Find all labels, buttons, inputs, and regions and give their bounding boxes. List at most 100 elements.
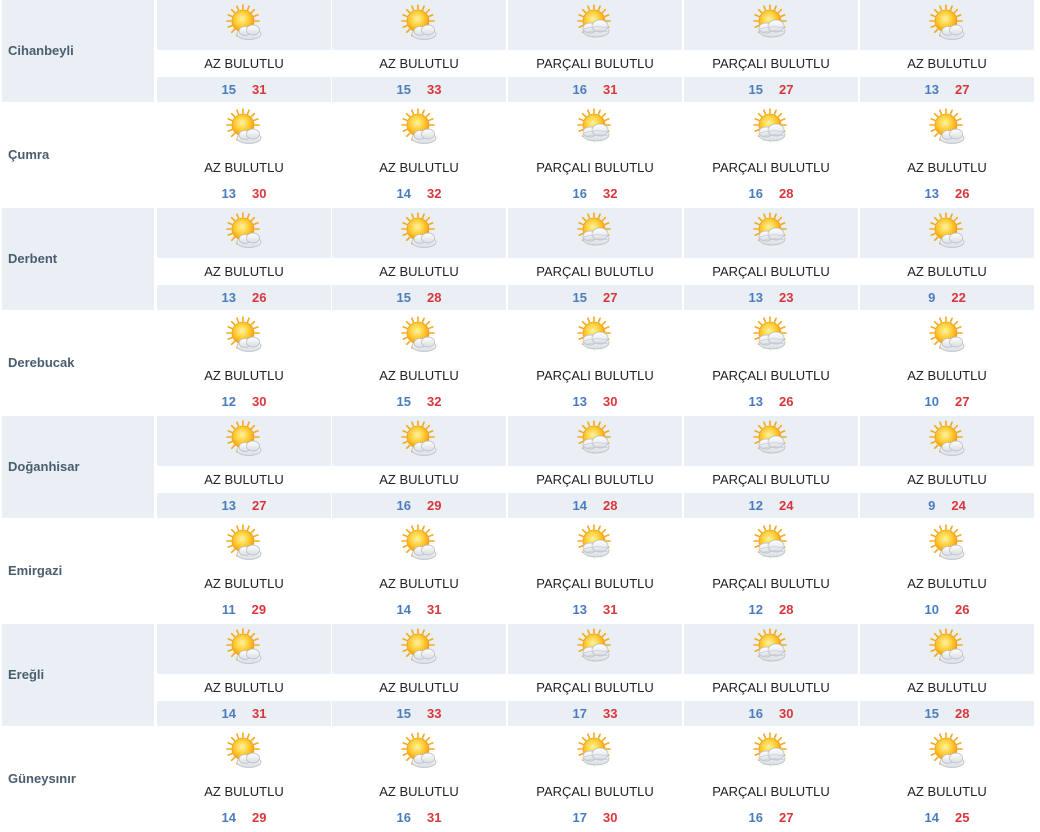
weather-icon-strip xyxy=(860,520,1034,570)
city-name-cell: Emirgazi xyxy=(2,520,154,622)
city-name[interactable]: Doğanhisar xyxy=(2,459,80,474)
city-name[interactable]: Derbent xyxy=(2,251,57,266)
forecast-day-cell: PARÇALI BULUTLU 13 26 xyxy=(684,312,858,414)
city-name-cell: Güneysınır xyxy=(2,728,154,830)
city-name[interactable]: Cihanbeyli xyxy=(2,43,74,58)
temp-high: 28 xyxy=(955,706,970,721)
weather-description: AZ BULUTLU xyxy=(860,570,1034,597)
temp-high: 32 xyxy=(603,186,618,201)
forecast-day-cell: PARÇALI BULUTLU 12 28 xyxy=(684,520,858,622)
temperature-range: 12 24 xyxy=(684,493,858,518)
temperature-range: 13 26 xyxy=(157,285,331,310)
temp-low: 14 xyxy=(221,706,236,721)
temp-high: 28 xyxy=(779,186,794,201)
partly-cloudy-icon xyxy=(576,316,616,356)
forecast-day-cell: AZ BULUTLU 13 27 xyxy=(860,0,1034,102)
temp-low: 13 xyxy=(924,186,939,201)
city-name[interactable]: Güneysınır xyxy=(2,771,76,786)
temp-high: 32 xyxy=(427,186,442,201)
forecast-day-cell: AZ BULUTLU 15 28 xyxy=(332,208,506,310)
weather-description: PARÇALI BULUTLU xyxy=(508,258,682,285)
city-name[interactable]: Derebucak xyxy=(2,355,74,370)
mostly-sunny-icon xyxy=(225,316,265,356)
temp-high: 27 xyxy=(779,810,794,825)
weather-icon-strip xyxy=(332,728,506,778)
forecast-day-cell: AZ BULUTLU 13 30 xyxy=(157,104,331,206)
temp-high: 31 xyxy=(603,602,618,617)
weather-icon-strip xyxy=(508,416,682,466)
weather-description: AZ BULUTLU xyxy=(332,570,506,597)
forecast-day-cell: PARÇALI BULUTLU 17 30 xyxy=(508,728,682,830)
temp-low: 15 xyxy=(396,82,411,97)
temp-high: 31 xyxy=(252,706,267,721)
forecast-day-cell: AZ BULUTLU 10 26 xyxy=(860,520,1034,622)
weather-description: AZ BULUTLU xyxy=(860,362,1034,389)
weather-icon-strip xyxy=(860,416,1034,466)
forecast-day-cell: AZ BULUTLU 15 33 xyxy=(332,0,506,102)
temp-high: 26 xyxy=(779,394,794,409)
forecast-grid: Cihanbeyli AZ BULUTLU 15 31 AZ BULUTLU 15 33 xyxy=(0,0,1040,830)
weather-description: AZ BULUTLU xyxy=(157,778,331,805)
city-row: Derbent AZ BULUTLU 13 26 AZ BULUTLU 15 28 xyxy=(0,208,1040,312)
temp-high: 26 xyxy=(252,290,267,305)
city-row: Cihanbeyli AZ BULUTLU 15 31 AZ BULUTLU 15 33 xyxy=(0,0,1040,104)
partly-cloudy-icon xyxy=(752,316,792,356)
city-row: Ereğli AZ BULUTLU1431 AZ BULUTLU1533 xyxy=(0,624,1040,728)
mostly-sunny-icon xyxy=(928,420,968,460)
partly-cloudy-icon xyxy=(752,108,792,148)
temp-low: 13 xyxy=(572,394,587,409)
weather-icon-strip xyxy=(684,520,858,570)
temp-high: 27 xyxy=(252,498,267,513)
forecast-day-cell: AZ BULUTLU 9 22 xyxy=(860,208,1034,310)
temp-low: 13 xyxy=(572,602,587,617)
temp-high: 26 xyxy=(955,602,970,617)
city-name[interactable]: Ereğli xyxy=(2,667,44,682)
temperature-range: 15 28 xyxy=(860,701,1034,726)
forecast-day-cell: PARÇALI BULUTLU 16 31 xyxy=(508,0,682,102)
weather-description: PARÇALI BULUTLU xyxy=(508,362,682,389)
mostly-sunny-icon xyxy=(400,420,440,460)
mostly-sunny-icon xyxy=(928,732,968,772)
temp-high: 30 xyxy=(779,706,794,721)
forecast-day-cell: PARÇALI BULUTLU 16 27 xyxy=(684,728,858,830)
city-row: Güneysınır AZ BULUTLU 14 29 AZ BULUTLU 16 31 xyxy=(0,728,1040,832)
mostly-sunny-icon xyxy=(928,316,968,356)
mostly-sunny-icon xyxy=(928,212,968,252)
partly-cloudy-icon xyxy=(576,420,616,460)
mostly-sunny-icon xyxy=(928,628,968,668)
weather-icon-strip xyxy=(860,624,1034,674)
temp-low: 11 xyxy=(221,602,236,617)
temperature-range: 15 33 xyxy=(332,701,506,726)
temp-high: 29 xyxy=(427,498,442,513)
temp-low: 16 xyxy=(572,186,587,201)
temp-low: 14 xyxy=(221,810,236,825)
weather-description: PARÇALI BULUTLU xyxy=(508,50,682,77)
temp-low: 12 xyxy=(748,602,763,617)
weather-icon-strip xyxy=(332,520,506,570)
partly-cloudy-icon xyxy=(752,4,792,44)
temp-low: 17 xyxy=(572,810,587,825)
weather-description: AZ BULUTLU xyxy=(332,362,506,389)
temperature-range: 14 28 xyxy=(508,493,682,518)
city-name[interactable]: Emirgazi xyxy=(2,563,62,578)
weather-description: AZ BULUTLU xyxy=(860,674,1034,701)
temp-low: 13 xyxy=(748,394,763,409)
mostly-sunny-icon xyxy=(400,732,440,772)
temp-low: 13 xyxy=(924,82,939,97)
forecast-day-cell: AZ BULUTLU 13 26 xyxy=(860,104,1034,206)
temp-low: 15 xyxy=(572,290,587,305)
weather-icon-strip xyxy=(684,728,858,778)
partly-cloudy-icon xyxy=(576,212,616,252)
weather-icon-strip xyxy=(508,624,682,674)
city-name-cell: Cihanbeyli xyxy=(2,0,154,102)
city-name[interactable]: Çumra xyxy=(2,147,49,162)
forecast-day-cell: PARÇALI BULUTLU 14 28 xyxy=(508,416,682,518)
weather-icon-strip xyxy=(332,0,506,50)
mostly-sunny-icon xyxy=(400,4,440,44)
temperature-range: 15 32 xyxy=(332,389,506,414)
partly-cloudy-icon xyxy=(752,524,792,564)
weather-description: AZ BULUTLU xyxy=(332,258,506,285)
temp-low: 12 xyxy=(221,394,236,409)
temp-low: 13 xyxy=(748,290,763,305)
temperature-range: 14 31 xyxy=(332,597,506,622)
